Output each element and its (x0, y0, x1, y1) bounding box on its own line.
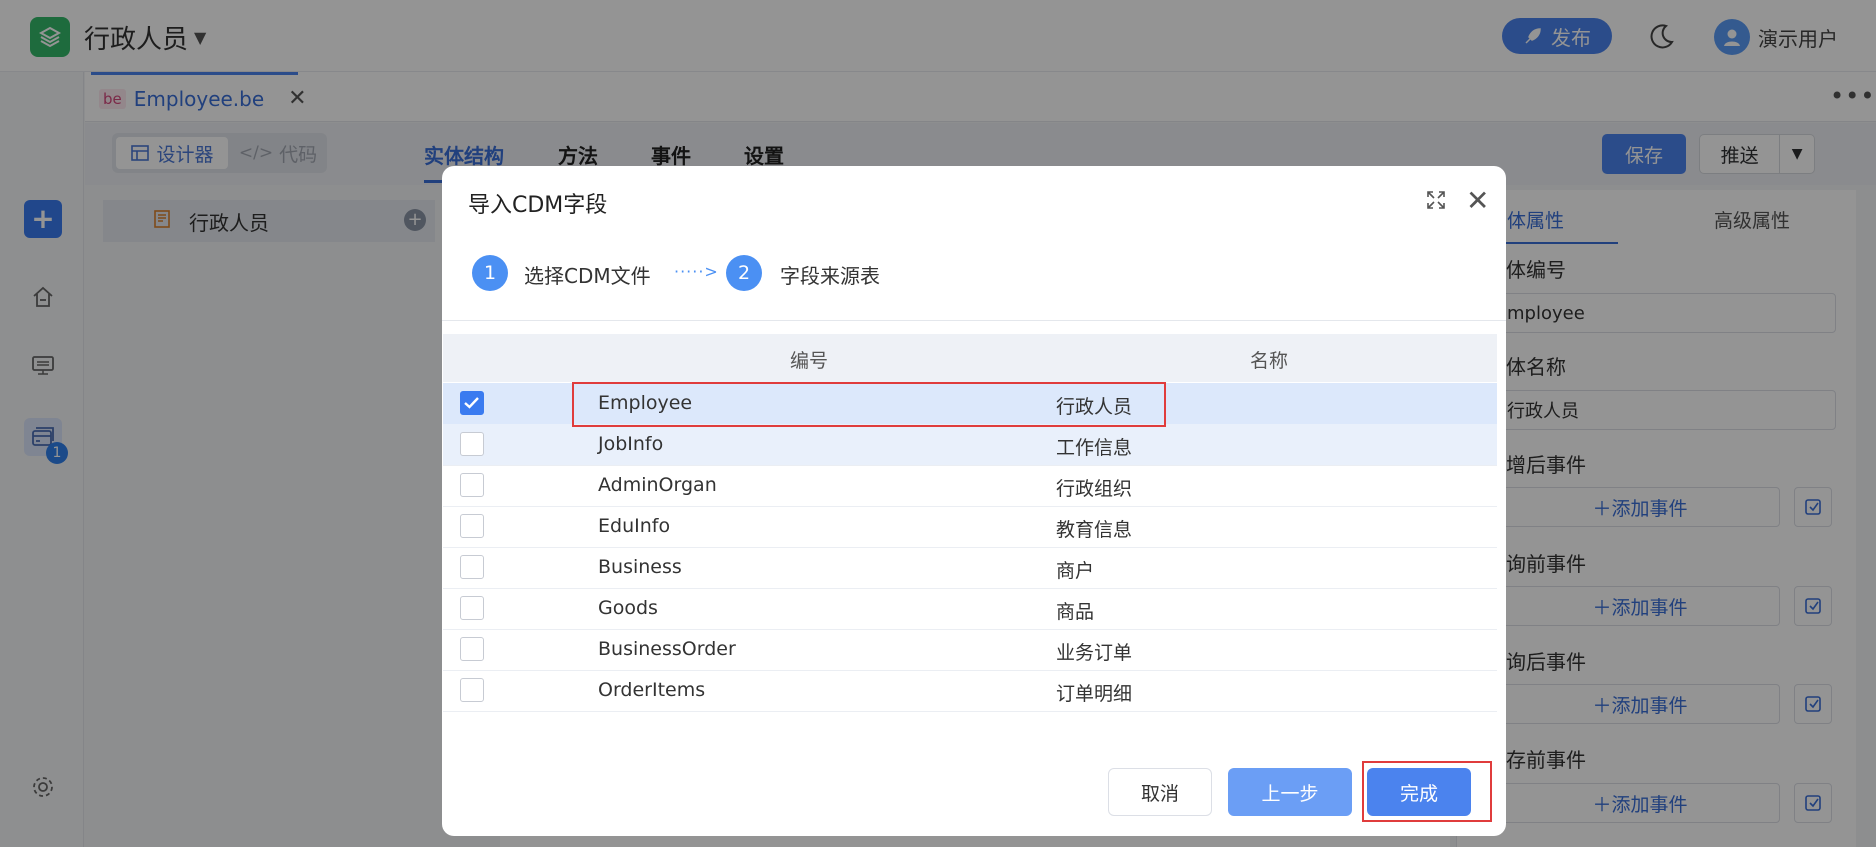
step-arrow: ·····> (674, 262, 719, 281)
row-checkbox[interactable] (460, 596, 484, 620)
row-name: 行政组织 (1056, 478, 1133, 500)
column-header-name: 名称 (1250, 350, 1289, 372)
row-checkbox[interactable] (460, 391, 484, 415)
highlight-box-selected-row (572, 382, 1166, 427)
step-1-number: 1 (472, 255, 508, 291)
maximize-icon[interactable] (1424, 188, 1448, 216)
row-checkbox[interactable] (460, 473, 484, 497)
row-name: 教育信息 (1056, 519, 1133, 541)
cancel-button[interactable]: 取消 (1108, 768, 1212, 816)
table-row[interactable]: AdminOrgan 行政组织 (443, 465, 1497, 507)
row-code: BusinessOrder (598, 638, 736, 660)
row-checkbox[interactable] (460, 555, 484, 579)
row-name: 商品 (1056, 601, 1095, 623)
close-icon[interactable]: ✕ (1466, 187, 1489, 215)
table-row[interactable]: JobInfo 工作信息 (443, 424, 1497, 466)
column-header-code: 编号 (790, 350, 829, 372)
table-row[interactable]: OrderItems 订单明细 (443, 670, 1497, 712)
row-checkbox[interactable] (460, 432, 484, 456)
checkmark-icon (464, 397, 479, 409)
row-name: 商户 (1056, 560, 1095, 582)
table-row[interactable]: EduInfo 教育信息 (443, 506, 1497, 548)
previous-step-button[interactable]: 上一步 (1228, 768, 1352, 816)
step-1-label: 选择CDM文件 (524, 264, 651, 288)
table-row[interactable]: Goods 商品 (443, 588, 1497, 630)
step-2-label: 字段来源表 (780, 264, 880, 288)
row-code: Goods (598, 597, 658, 619)
dialog-title: 导入CDM字段 (468, 193, 608, 218)
table-row[interactable]: BusinessOrder 业务订单 (443, 629, 1497, 671)
row-checkbox[interactable] (460, 514, 484, 538)
row-name: 订单明细 (1056, 683, 1133, 705)
divider (442, 320, 1506, 321)
row-name: 工作信息 (1056, 437, 1133, 459)
row-code: JobInfo (598, 433, 664, 455)
row-code: Business (598, 556, 682, 578)
table-row[interactable]: Business 商户 (443, 547, 1497, 589)
row-checkbox[interactable] (460, 637, 484, 661)
row-checkbox[interactable] (460, 678, 484, 702)
table-header (443, 334, 1497, 382)
step-2-number: 2 (726, 255, 762, 291)
highlight-box-finish (1362, 761, 1492, 822)
row-code: EduInfo (598, 515, 671, 537)
row-code: AdminOrgan (598, 474, 717, 496)
row-code: OrderItems (598, 679, 706, 701)
row-name: 业务订单 (1056, 642, 1133, 664)
